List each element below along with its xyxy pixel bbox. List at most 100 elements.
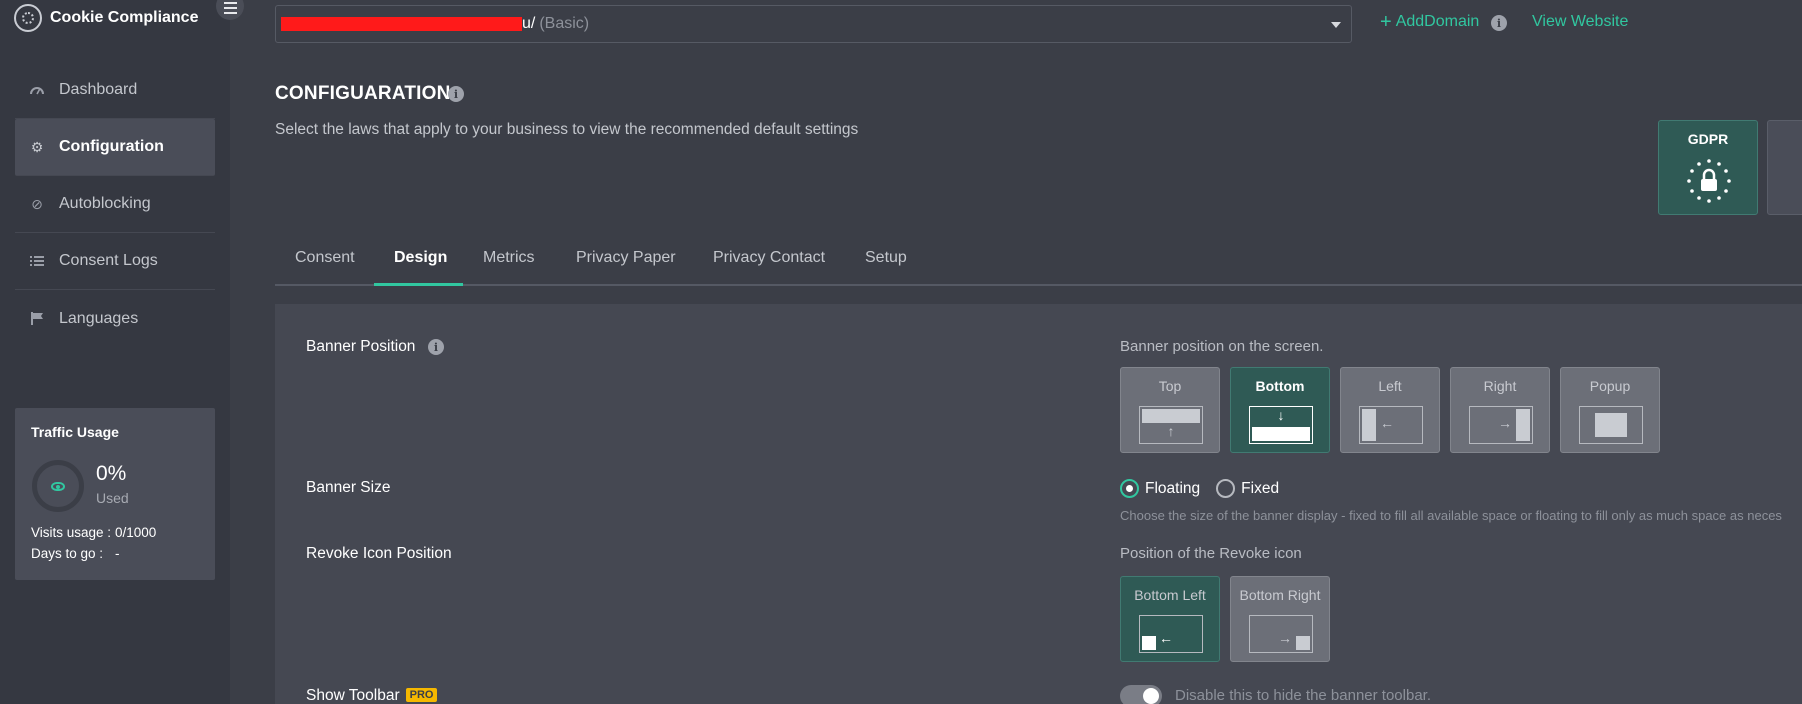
law-name: GDPR bbox=[1687, 131, 1729, 147]
arrow-down-icon: ↓ bbox=[1277, 407, 1285, 423]
days-to-go-value: - bbox=[115, 546, 120, 561]
fixed-radio-label[interactable]: Fixed bbox=[1241, 480, 1279, 498]
arrow-left-icon: ← bbox=[1380, 415, 1394, 431]
flag-icon bbox=[29, 311, 45, 327]
revoke-icon-position-label: Revoke Icon Position bbox=[306, 545, 452, 562]
banner-size-radio-group: Floating Fixed bbox=[1120, 479, 1279, 498]
sidebar-item-label: Configuration bbox=[59, 138, 164, 155]
position-option-bottom[interactable]: Bottom ↓ bbox=[1230, 367, 1330, 453]
add-domain-label: AddDomain bbox=[1395, 13, 1480, 30]
arrow-left-icon: ← bbox=[1159, 630, 1173, 646]
traffic-usage-card: Traffic Usage 0% Used Visits usage : 0/1… bbox=[15, 408, 215, 580]
active-tab-indicator bbox=[374, 283, 463, 286]
add-domain-button[interactable]: + AddDomain bbox=[1380, 12, 1479, 32]
tab-design[interactable]: Design bbox=[394, 238, 447, 286]
position-option-right[interactable]: Right → bbox=[1450, 367, 1550, 453]
revoke-icon-position-hint: Position of the Revoke icon bbox=[1120, 545, 1302, 562]
sidebar-item-label: Dashboard bbox=[59, 81, 138, 98]
sidebar-item-label: Languages bbox=[59, 309, 139, 327]
page-title: CONFIGUARATION bbox=[275, 83, 451, 104]
plus-icon: + bbox=[1380, 11, 1392, 33]
traffic-usage-title: Traffic Usage bbox=[31, 424, 119, 440]
info-icon[interactable]: i bbox=[1491, 15, 1507, 31]
redacted-domain bbox=[281, 17, 522, 31]
position-option-label: Right bbox=[1483, 378, 1517, 394]
sidebar-item-dashboard[interactable]: Dashboard bbox=[15, 62, 215, 119]
usage-percent: 0% bbox=[96, 462, 127, 485]
app-name: Cookie Compliance bbox=[50, 9, 199, 26]
banner-position-hint: Banner position on the screen. bbox=[1120, 338, 1324, 355]
visits-usage-row: Visits usage : 0/1000 bbox=[31, 525, 156, 540]
sidebar-item-label: Consent Logs bbox=[59, 252, 158, 269]
gear-icon: ⚙ bbox=[30, 138, 44, 155]
chevron-down-icon bbox=[1331, 22, 1341, 28]
sidebar-item-languages[interactable]: Languages bbox=[15, 290, 215, 347]
fixed-radio[interactable] bbox=[1216, 479, 1236, 498]
list-icon bbox=[29, 253, 45, 269]
page-subtitle: Select the laws that apply to your busin… bbox=[275, 121, 859, 138]
position-left-preview: ← bbox=[1359, 406, 1423, 444]
revoke-option-label: Bottom Right bbox=[1239, 587, 1321, 603]
visits-usage-value: 0/1000 bbox=[115, 525, 157, 540]
sidebar-item-configuration[interactable]: ⚙ Configuration bbox=[15, 119, 215, 176]
position-right-preview: → bbox=[1469, 406, 1533, 444]
tab-privacy-contact[interactable]: Privacy Contact bbox=[713, 238, 825, 286]
position-option-left[interactable]: Left ← bbox=[1340, 367, 1440, 453]
info-icon[interactable]: i bbox=[448, 86, 464, 102]
info-icon[interactable]: i bbox=[428, 339, 444, 355]
sidebar-item-autoblocking[interactable]: ⊘ Autoblocking bbox=[15, 176, 215, 233]
tab-privacy-paper[interactable]: Privacy Paper bbox=[576, 238, 676, 286]
sidebar-item-label: Autoblocking bbox=[59, 195, 151, 212]
design-panel: Banner Position i Banner position on the… bbox=[275, 304, 1802, 704]
arrow-right-icon: → bbox=[1278, 630, 1292, 646]
revoke-option-bottom-right[interactable]: Bottom Right → bbox=[1230, 576, 1330, 662]
show-toolbar-toggle[interactable] bbox=[1120, 685, 1162, 704]
floating-radio[interactable] bbox=[1120, 479, 1139, 498]
banner-position-label: Banner Position bbox=[306, 338, 416, 355]
revoke-bottom-right-preview: → bbox=[1249, 615, 1313, 653]
domain-plan: (Basic) bbox=[539, 15, 590, 32]
tab-setup[interactable]: Setup bbox=[865, 238, 907, 286]
config-tabs: Consent Design Metrics Privacy Paper Pri… bbox=[275, 238, 1802, 286]
banner-size-label: Banner Size bbox=[306, 479, 391, 496]
floating-radio-label[interactable]: Floating bbox=[1145, 480, 1200, 498]
tab-metrics[interactable]: Metrics bbox=[483, 238, 535, 286]
sidebar-nav: Dashboard ⚙ Configuration ⊘ Autoblocking… bbox=[15, 62, 215, 347]
position-option-label: Popup bbox=[1589, 378, 1631, 394]
sidebar: Cookie Compliance Dashboard ⚙ Configurat… bbox=[0, 0, 230, 704]
visits-usage-label: Visits usage : bbox=[31, 525, 112, 540]
usage-ring bbox=[32, 460, 84, 512]
law-card-next[interactable] bbox=[1767, 120, 1802, 215]
arrow-up-icon: ↑ bbox=[1167, 423, 1175, 439]
position-option-popup[interactable]: Popup bbox=[1560, 367, 1660, 453]
tab-consent[interactable]: Consent bbox=[295, 238, 355, 286]
view-website-link[interactable]: View Website bbox=[1532, 13, 1628, 31]
revoke-option-bottom-left[interactable]: Bottom Left ← bbox=[1120, 576, 1220, 662]
arrow-right-icon: → bbox=[1498, 415, 1512, 431]
days-to-go-row: Days to go : - bbox=[31, 546, 120, 561]
position-option-label: Top bbox=[1158, 378, 1182, 394]
revoke-bottom-left-preview: ← bbox=[1139, 615, 1203, 653]
block-icon: ⊘ bbox=[31, 195, 43, 212]
show-toolbar-text: Show Toolbar bbox=[306, 687, 400, 704]
dashboard-icon bbox=[29, 82, 45, 98]
position-option-label: Left bbox=[1378, 378, 1402, 394]
position-bottom-preview: ↓ bbox=[1249, 406, 1313, 444]
sidebar-item-consent-logs[interactable]: Consent Logs bbox=[15, 233, 215, 290]
show-toolbar-description: Disable this to hide the banner toolbar. bbox=[1175, 687, 1432, 704]
domain-suffix: u/ bbox=[522, 15, 536, 32]
fingerprint-logo-icon bbox=[14, 4, 42, 32]
position-option-top[interactable]: Top ↑ bbox=[1120, 367, 1220, 453]
pro-badge: PRO bbox=[405, 688, 438, 702]
revoke-option-label: Bottom Left bbox=[1134, 587, 1206, 603]
position-option-label: Bottom bbox=[1255, 378, 1305, 394]
domain-select[interactable]: u/ (Basic) bbox=[275, 5, 1352, 43]
eye-icon bbox=[51, 481, 65, 491]
position-popup-preview bbox=[1579, 406, 1643, 444]
brand[interactable]: Cookie Compliance bbox=[14, 4, 198, 32]
eu-lock-icon bbox=[1687, 159, 1731, 203]
position-top-preview: ↑ bbox=[1139, 406, 1203, 444]
show-toolbar-label: Show Toolbar PRO bbox=[306, 687, 438, 704]
law-card-gdpr[interactable]: GDPR bbox=[1658, 120, 1758, 215]
banner-size-description: Choose the size of the banner display - … bbox=[1120, 508, 1782, 523]
